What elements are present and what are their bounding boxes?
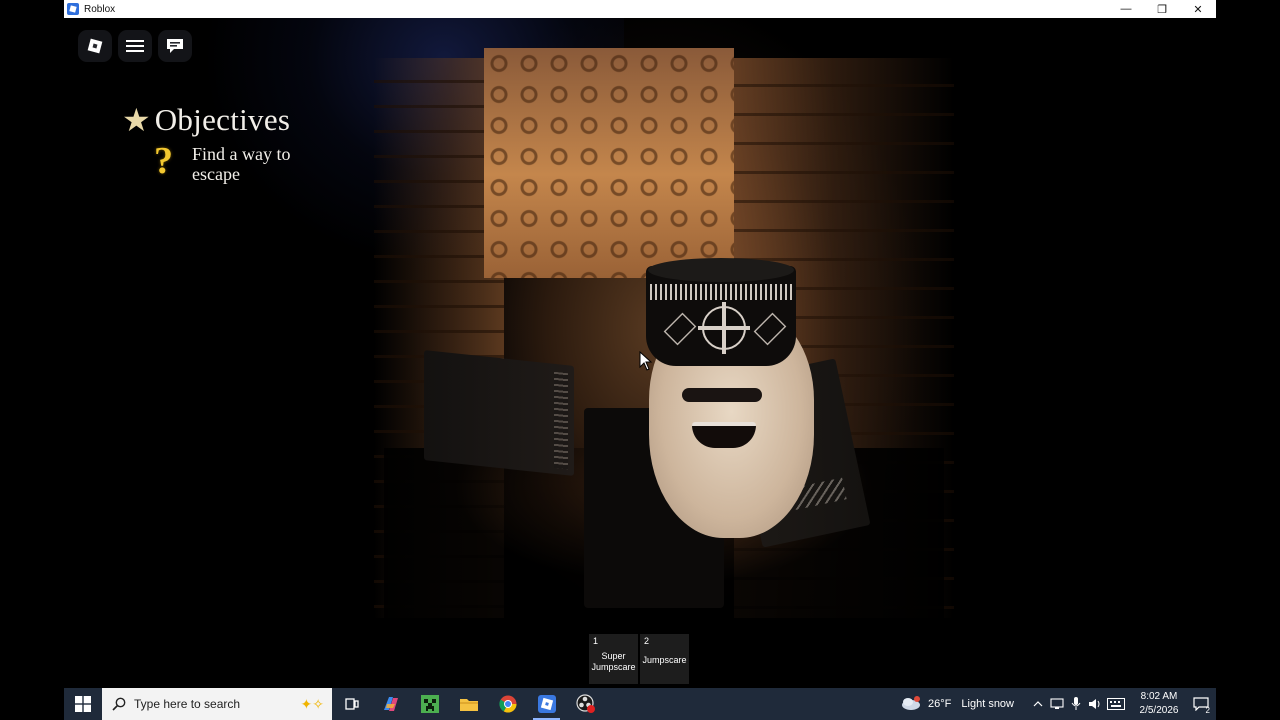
slot-label: Super Jumpscare: [591, 651, 636, 672]
menu-button[interactable]: [118, 30, 152, 62]
microphone-icon: [1071, 697, 1080, 710]
minecraft-icon: [420, 695, 439, 713]
roblox-hud: [78, 30, 192, 62]
taskbar-copilot[interactable]: [371, 688, 410, 720]
chat-icon: [167, 39, 183, 53]
file-explorer-icon: [459, 699, 478, 711]
microphone-button[interactable]: [1066, 688, 1085, 720]
notification-count: 2: [1205, 706, 1210, 715]
window-title: Roblox: [84, 3, 116, 15]
character-left-arm: [424, 350, 574, 476]
chat-button[interactable]: [158, 30, 192, 62]
windows-taskbar: Type here to search ✦✧ 26°F Light snow 8…: [64, 688, 1216, 720]
mouse-cursor-icon: [639, 351, 653, 371]
roblox-window: Roblox — ❐ ✕ ★ Objectives ? Find a way t…: [64, 0, 1216, 688]
tool-hotbar: 1 Super Jumpscare 2 Jumpscare: [589, 634, 689, 684]
show-hidden-icons-button[interactable]: [1028, 688, 1047, 720]
back-wall: [484, 48, 734, 278]
taskbar-search[interactable]: Type here to search ✦✧: [102, 688, 332, 720]
taskbar-chrome[interactable]: [488, 688, 527, 720]
objectives-panel: ★ Objectives ? Find a way to escape: [122, 102, 332, 184]
network-icon: [1049, 698, 1064, 709]
slot-number: 2: [644, 636, 650, 646]
objectives-title: Objectives: [154, 102, 291, 137]
hotbar-slot-super-jumpscare[interactable]: 1 Super Jumpscare: [589, 634, 638, 684]
hamburger-menu-icon: [126, 40, 144, 52]
network-button[interactable]: [1047, 688, 1066, 720]
minimize-button[interactable]: —: [1108, 0, 1144, 18]
clock-date: 2/5/2026: [1139, 705, 1179, 716]
slot-number: 1: [593, 636, 599, 646]
snow-cloud-icon: [902, 696, 921, 710]
taskbar-obs[interactable]: [566, 688, 605, 720]
chrome-icon: [498, 695, 516, 713]
keyboard-button[interactable]: [1104, 688, 1128, 720]
hat-top: [648, 258, 794, 282]
chevron-up-icon: [1033, 701, 1042, 707]
objective-text: Find a way to escape: [192, 144, 291, 184]
restore-button[interactable]: ❐: [1144, 0, 1180, 18]
window-titlebar[interactable]: Roblox — ❐ ✕: [64, 0, 1216, 18]
monster-character: [424, 248, 871, 608]
roblox-icon: [537, 695, 556, 713]
left-letterbox: [0, 0, 64, 720]
start-button[interactable]: [64, 688, 102, 720]
roblox-logo-icon: [87, 38, 103, 54]
taskbar-task-view[interactable]: [332, 688, 371, 720]
roblox-menu-button[interactable]: [78, 30, 112, 62]
hotbar-slot-jumpscare[interactable]: 2 Jumpscare: [640, 634, 689, 684]
character-eyes: [682, 388, 762, 402]
hat-cross-emblem: [698, 302, 750, 354]
star-icon: ★: [122, 102, 151, 138]
hat-band: [650, 284, 792, 300]
task-view-icon: [344, 698, 359, 710]
search-placeholder: Type here to search: [134, 697, 241, 711]
weather-widget[interactable]: 26°F Light snow: [900, 696, 1014, 712]
roblox-app-icon: [67, 3, 79, 15]
weather-condition: Light snow: [961, 698, 1014, 710]
clock-time: 8:02 AM: [1140, 691, 1178, 702]
copilot-sparkle-icon: ✦✧: [300, 695, 324, 712]
taskbar-clock[interactable]: 8:02 AM 2/5/2026: [1132, 690, 1186, 718]
taskbar-minecraft[interactable]: [410, 688, 449, 720]
close-button[interactable]: ✕: [1180, 0, 1216, 18]
search-icon: [112, 697, 126, 711]
keyboard-icon: [1107, 698, 1125, 710]
game-viewport[interactable]: ★ Objectives ? Find a way to escape 1 Su…: [64, 18, 1216, 688]
objective-item: ? Find a way to escape: [154, 140, 332, 184]
taskbar-file-explorer[interactable]: [449, 688, 488, 720]
notification-center-button[interactable]: 2: [1186, 688, 1216, 720]
window-controls: — ❐ ✕: [1108, 0, 1216, 18]
copilot-icon: [383, 697, 398, 711]
system-tray: 26°F Light snow 8:02 AM 2/5/2026 2: [900, 688, 1216, 720]
question-mark-icon: ?: [154, 140, 173, 182]
slot-label: Jumpscare: [642, 655, 687, 665]
weather-temperature: 26°F: [928, 698, 952, 710]
right-letterbox: [1216, 0, 1280, 720]
taskbar-roblox[interactable]: [527, 688, 566, 720]
windows-logo-icon: [75, 696, 91, 712]
volume-button[interactable]: [1085, 688, 1104, 720]
obs-icon: [575, 694, 595, 713]
speaker-icon: [1088, 699, 1099, 709]
